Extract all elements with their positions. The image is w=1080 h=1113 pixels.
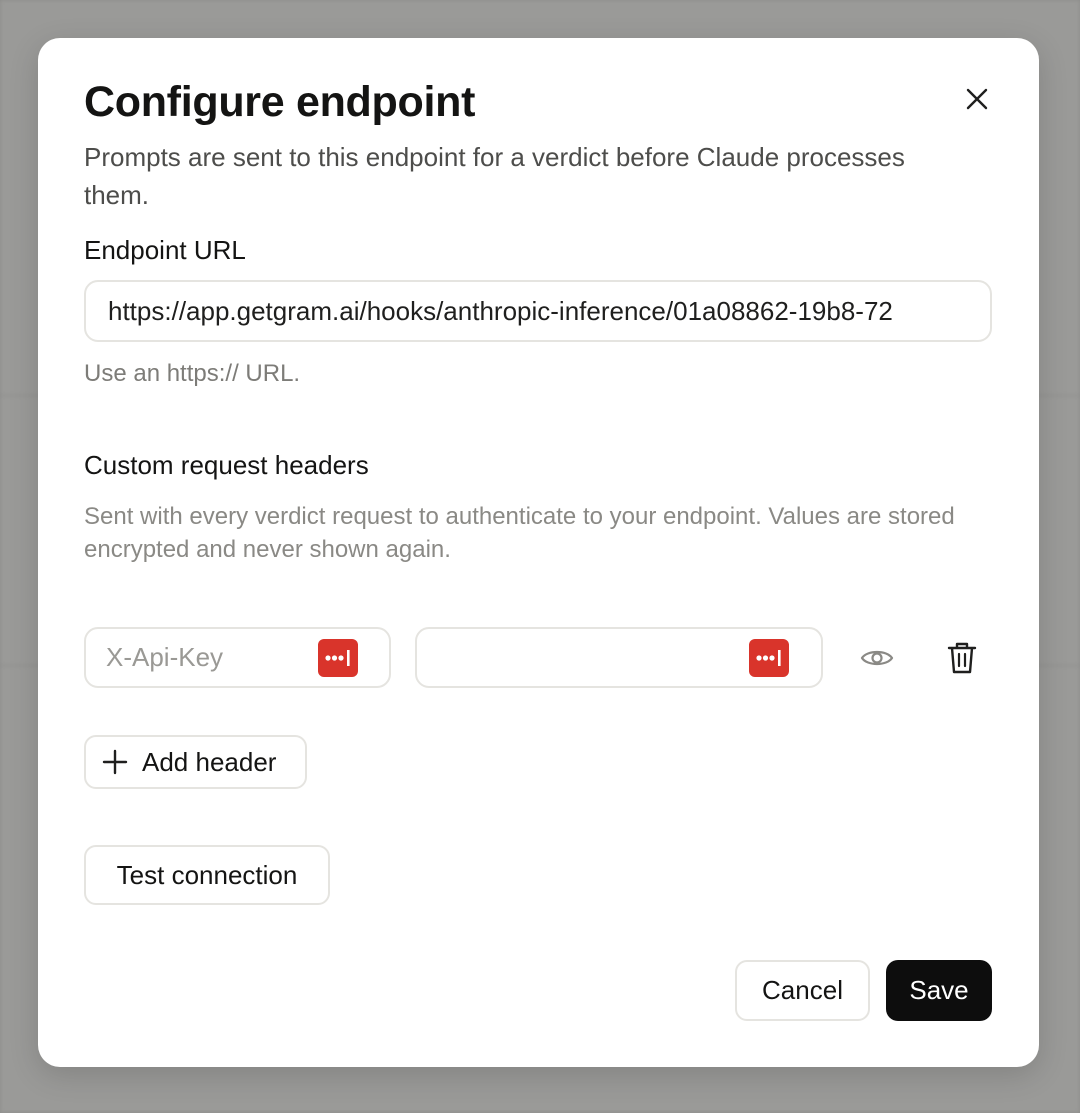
endpoint-url-input[interactable] bbox=[84, 280, 992, 342]
save-button[interactable]: Save bbox=[886, 960, 992, 1021]
header-value-field bbox=[415, 627, 823, 688]
password-manager-button[interactable] bbox=[318, 639, 358, 677]
save-label: Save bbox=[909, 975, 969, 1005]
password-manager-icon bbox=[756, 650, 781, 666]
add-header-label: Add header bbox=[142, 746, 277, 777]
close-button[interactable] bbox=[960, 82, 994, 116]
password-manager-icon bbox=[325, 650, 350, 666]
eye-icon bbox=[860, 650, 894, 666]
test-connection-button[interactable]: Test connection bbox=[84, 845, 330, 905]
endpoint-url-label: Endpoint URL bbox=[84, 235, 246, 265]
custom-headers-label: Custom request headers bbox=[84, 450, 369, 480]
close-icon bbox=[966, 88, 988, 110]
configure-endpoint-dialog: Configure endpoint Prompts are sent to t… bbox=[38, 38, 1039, 1067]
cancel-label: Cancel bbox=[762, 975, 843, 1005]
plus-icon bbox=[102, 749, 128, 775]
header-value-input[interactable] bbox=[437, 629, 737, 686]
reveal-value-button[interactable] bbox=[857, 638, 897, 678]
password-manager-button[interactable] bbox=[749, 639, 789, 677]
header-name-field bbox=[84, 627, 391, 688]
custom-headers-description: Sent with every verdict request to authe… bbox=[84, 503, 955, 563]
add-header-button[interactable]: Add header bbox=[84, 735, 307, 789]
test-connection-label: Test connection bbox=[116, 859, 298, 890]
trash-icon bbox=[947, 642, 977, 674]
cancel-button[interactable]: Cancel bbox=[735, 960, 870, 1021]
header-name-input[interactable] bbox=[106, 629, 296, 686]
dialog-title: Configure endpoint bbox=[84, 78, 476, 126]
delete-header-button[interactable] bbox=[942, 638, 982, 678]
endpoint-url-hint: Use an https:// URL. bbox=[84, 360, 301, 387]
dialog-subtitle: Prompts are sent to this endpoint for a … bbox=[84, 142, 905, 210]
